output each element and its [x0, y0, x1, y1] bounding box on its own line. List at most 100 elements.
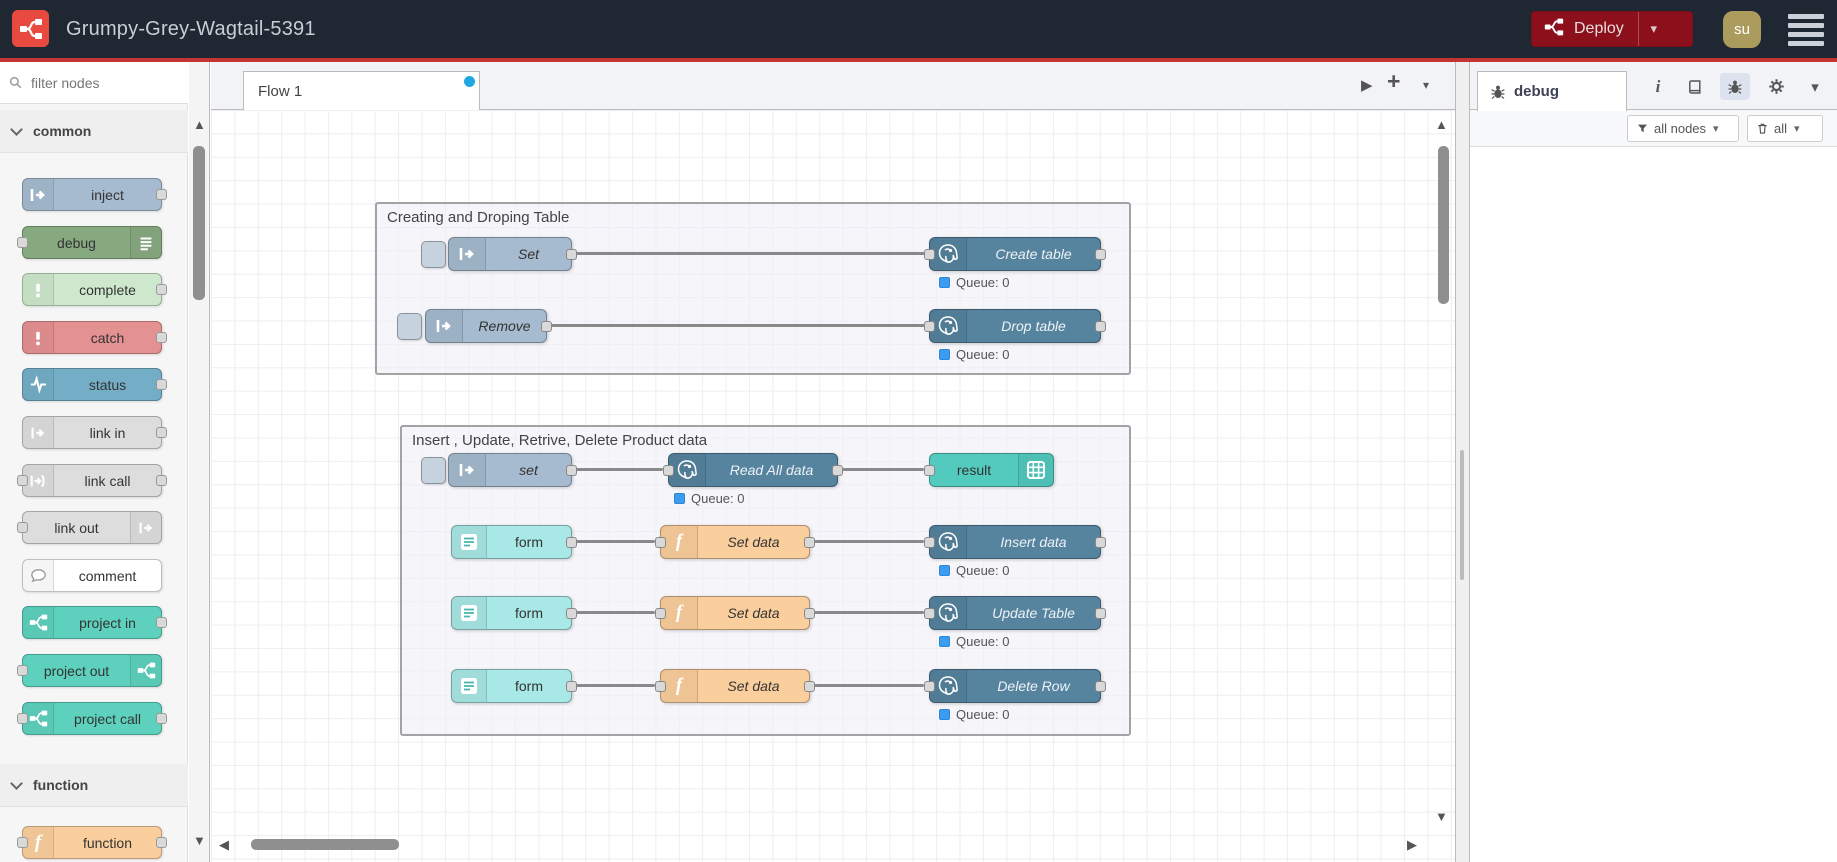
output-port[interactable]	[566, 537, 577, 548]
output-port[interactable]	[804, 608, 815, 619]
palette-node-comment[interactable]: comment	[22, 559, 162, 592]
flow-node-result[interactable]: result	[924, 453, 1054, 487]
output-port[interactable]	[1095, 537, 1106, 548]
palette-category-common[interactable]: common	[0, 110, 188, 153]
vertical-scrollbar-thumb[interactable]	[1438, 146, 1449, 304]
wire[interactable]	[576, 611, 655, 614]
wire[interactable]	[576, 540, 655, 543]
flow-node-set-data[interactable]: f Set data	[655, 525, 815, 559]
scrollbar-thumb[interactable]	[193, 146, 205, 300]
wire[interactable]	[576, 468, 663, 471]
resize-handle[interactable]	[1460, 450, 1464, 580]
input-port[interactable]	[17, 665, 28, 676]
output-port[interactable]	[1095, 608, 1106, 619]
wire[interactable]	[576, 684, 655, 687]
flow-node-form[interactable]: form	[451, 669, 577, 703]
input-port[interactable]	[655, 537, 666, 548]
config-button[interactable]	[1761, 73, 1791, 100]
palette-node-catch[interactable]: catch	[22, 321, 167, 354]
palette-node-project-in[interactable]: project in	[22, 606, 167, 639]
sidebar-menu-caret-icon[interactable]: ▾	[1800, 73, 1830, 100]
next-tab-icon[interactable]: ▶	[1361, 76, 1373, 94]
info-button[interactable]: i	[1643, 73, 1673, 100]
inject-button[interactable]	[421, 457, 446, 484]
output-port[interactable]	[156, 837, 167, 848]
palette-node-link-call[interactable]: link call	[17, 464, 167, 497]
tab-debug[interactable]: debug	[1477, 71, 1627, 111]
output-port[interactable]	[804, 681, 815, 692]
output-port[interactable]	[156, 713, 167, 724]
debug-messages-panel[interactable]	[1470, 147, 1837, 862]
output-port[interactable]	[1095, 249, 1106, 260]
flow-node-drop-table[interactable]: Drop table	[924, 309, 1106, 343]
palette-node-complete[interactable]: complete	[22, 273, 167, 306]
output-port[interactable]	[1095, 321, 1106, 332]
scroll-right-icon[interactable]: ▶	[1407, 838, 1417, 851]
search-input[interactable]	[29, 73, 173, 92]
deploy-button[interactable]: Deploy ▾	[1531, 11, 1693, 47]
flow-list-caret-icon[interactable]: ▾	[1423, 78, 1429, 92]
clear-messages-button[interactable]: all ▾	[1747, 115, 1823, 142]
palette-node-function[interactable]: f function	[17, 826, 167, 859]
input-port[interactable]	[924, 608, 935, 619]
add-flow-icon[interactable]: +	[1387, 68, 1400, 95]
scroll-left-icon[interactable]: ◀	[219, 838, 229, 851]
scroll-up-icon[interactable]: ▲	[1435, 118, 1448, 131]
palette-search[interactable]	[0, 62, 188, 104]
wire[interactable]	[576, 252, 925, 255]
palette-node-project-out[interactable]: project out	[17, 654, 162, 687]
group-creating-dropping-table[interactable]: Creating and Droping Table	[375, 202, 1131, 375]
input-port[interactable]	[924, 681, 935, 692]
tab-flow-1[interactable]: Flow 1	[243, 71, 480, 111]
panel-resize-gutter[interactable]	[1455, 62, 1470, 862]
flow-node-form[interactable]: form	[451, 525, 577, 559]
input-port[interactable]	[17, 522, 28, 533]
output-port[interactable]	[156, 379, 167, 390]
output-port[interactable]	[1095, 681, 1106, 692]
output-port[interactable]	[156, 617, 167, 628]
flow-node-inject-set[interactable]: Set	[448, 237, 577, 271]
debug-button[interactable]	[1720, 73, 1750, 100]
horizontal-scrollbar-thumb[interactable]	[251, 839, 399, 850]
wire[interactable]	[814, 611, 924, 614]
filter-nodes-button[interactable]: all nodes ▾	[1627, 115, 1739, 142]
palette-category-function[interactable]: function	[0, 764, 188, 807]
wire[interactable]	[814, 684, 924, 687]
flow-node-insert-data[interactable]: Insert data	[924, 525, 1106, 559]
input-port[interactable]	[17, 237, 28, 248]
input-port[interactable]	[924, 249, 935, 260]
palette-node-status[interactable]: status	[22, 368, 167, 401]
output-port[interactable]	[804, 537, 815, 548]
wire[interactable]	[551, 324, 925, 327]
flow-node-delete-row[interactable]: Delete Row	[924, 669, 1106, 703]
wire[interactable]	[842, 468, 924, 471]
flow-node-inject-set2[interactable]: set	[448, 453, 577, 487]
input-port[interactable]	[17, 475, 28, 486]
wire[interactable]	[814, 540, 924, 543]
input-port[interactable]	[655, 608, 666, 619]
output-port[interactable]	[541, 321, 552, 332]
inject-button[interactable]	[397, 313, 422, 340]
output-port[interactable]	[566, 465, 577, 476]
deploy-caret-icon[interactable]: ▾	[1639, 21, 1669, 37]
flow-node-read-all-data[interactable]: Read All data	[663, 453, 843, 487]
scroll-down-icon[interactable]: ▼	[1435, 810, 1448, 823]
palette-node-inject[interactable]: inject	[22, 178, 167, 211]
flow-node-create-table[interactable]: Create table	[924, 237, 1106, 271]
output-port[interactable]	[156, 189, 167, 200]
flow-node-inject-remove[interactable]: Remove	[425, 309, 552, 343]
palette-scrollbar[interactable]: ▲ ▼	[189, 62, 210, 862]
flow-node-form[interactable]: form	[451, 596, 577, 630]
help-button[interactable]	[1680, 73, 1710, 100]
flow-canvas[interactable]: Creating and Droping Table Insert , Upda…	[211, 110, 1455, 862]
output-port[interactable]	[566, 249, 577, 260]
palette-node-project-call[interactable]: project call	[17, 702, 167, 735]
flow-node-set-data[interactable]: f Set data	[655, 596, 815, 630]
input-port[interactable]	[17, 837, 28, 848]
scroll-up-icon[interactable]: ▲	[193, 118, 206, 131]
output-port[interactable]	[832, 465, 843, 476]
flow-node-set-data[interactable]: f Set data	[655, 669, 815, 703]
input-port[interactable]	[924, 321, 935, 332]
output-port[interactable]	[156, 475, 167, 486]
input-port[interactable]	[663, 465, 674, 476]
